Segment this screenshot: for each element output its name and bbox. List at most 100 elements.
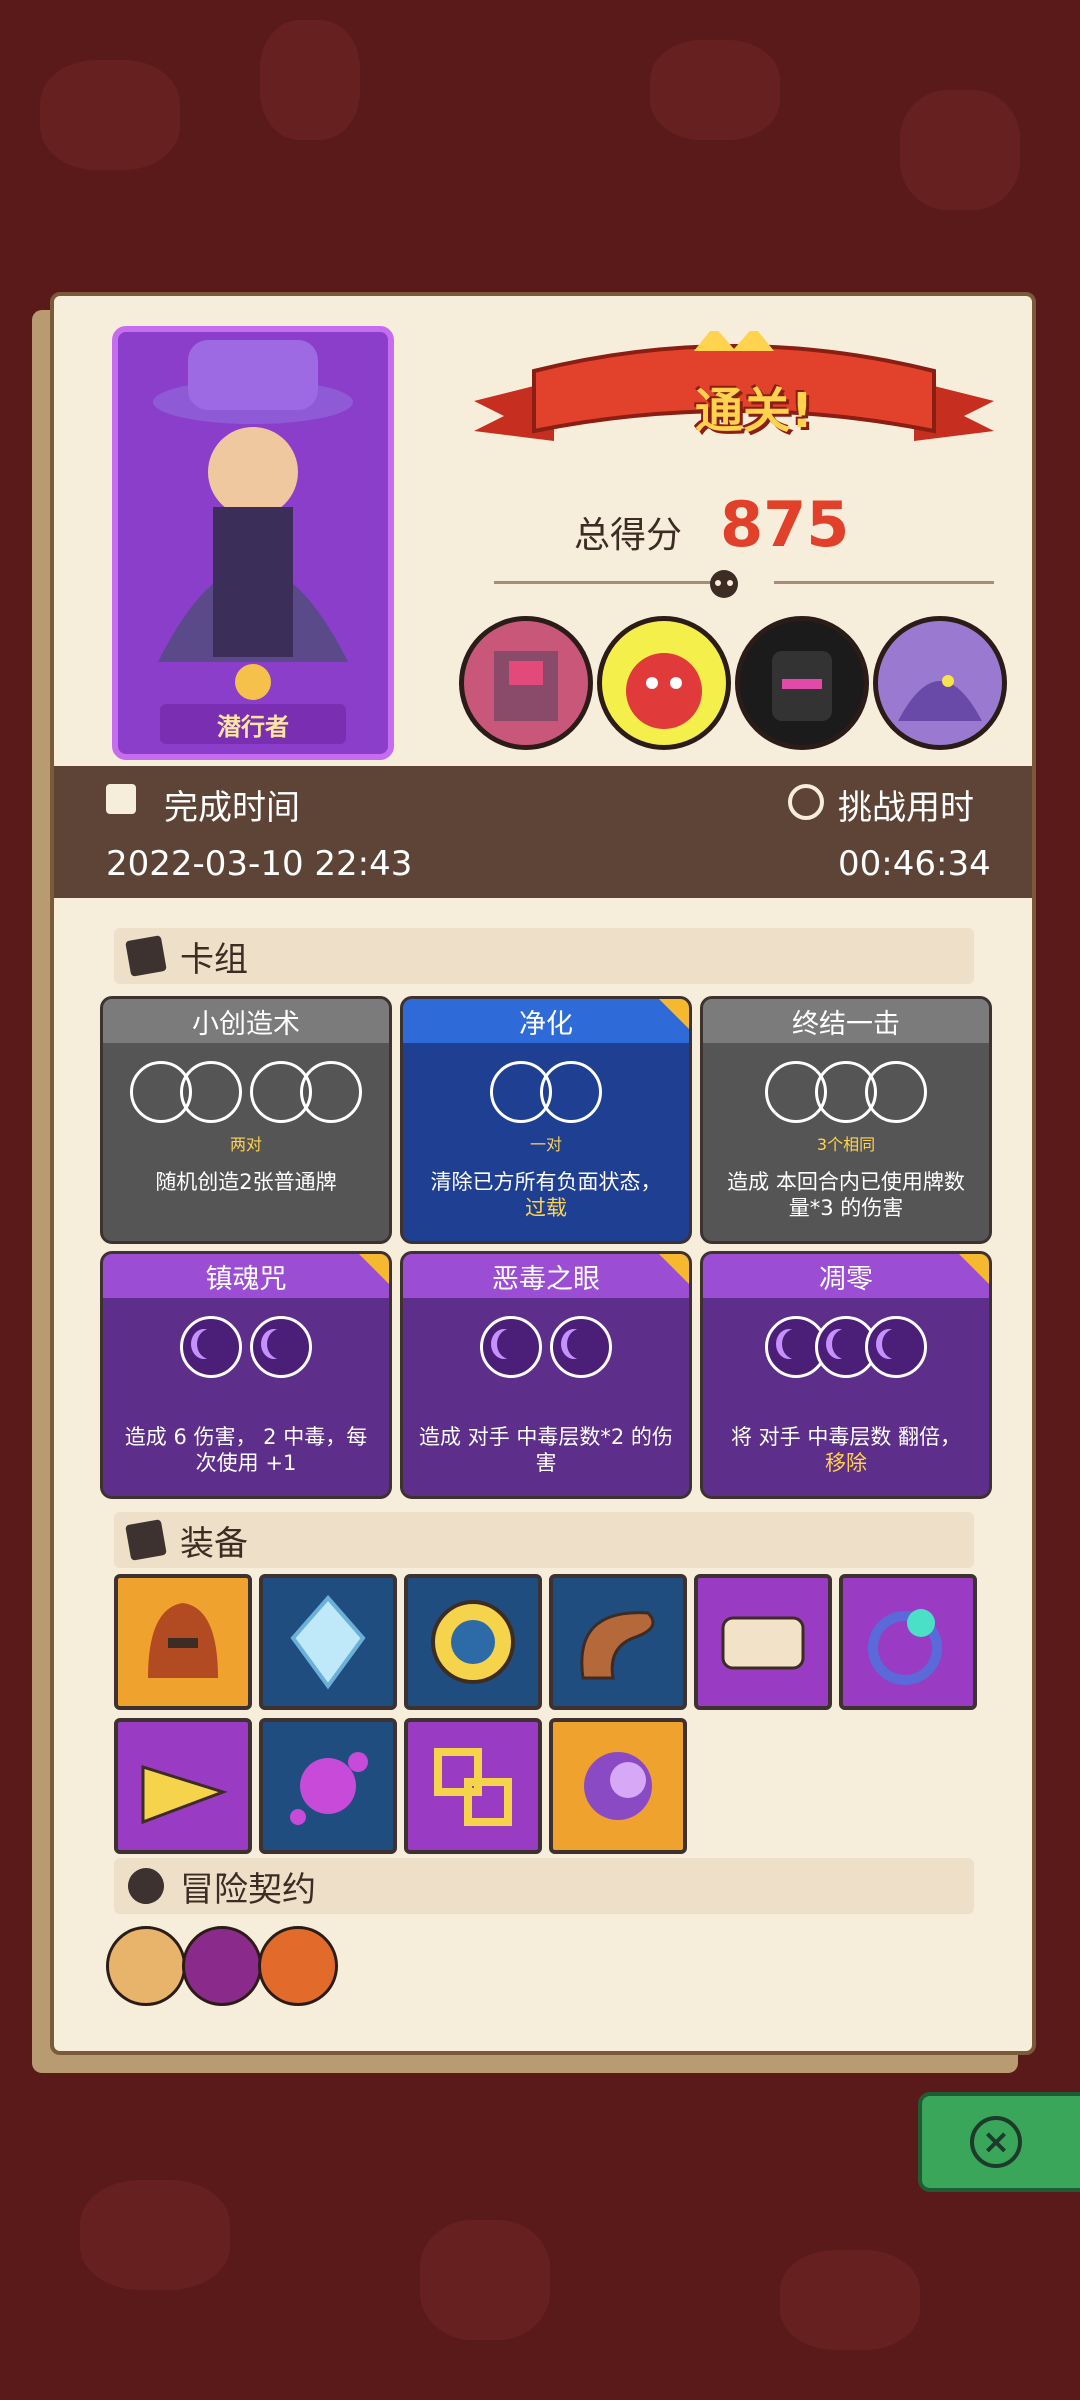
dice-slots [103,1316,389,1378]
dice-slots [103,1061,389,1123]
dice-slot [180,1061,242,1123]
horn-icon[interactable] [549,1574,687,1710]
upgrade-corner-icon [659,999,689,1029]
skill-requirement [103,1386,389,1406]
skill-card[interactable]: 恶毒之眼 造成 对手 中毒层数*2 的伤害 [400,1251,692,1499]
bg-shape [80,2180,230,2290]
person-icon [125,1865,167,1907]
splash-icon[interactable] [259,1718,397,1854]
calendar-icon [106,784,136,814]
crystal-icon[interactable] [259,1574,397,1710]
skill-title: 恶毒之眼 [403,1254,689,1298]
boss-portrait-3 [735,616,869,750]
ring-icon[interactable] [839,1574,977,1710]
close-button[interactable]: × [918,2092,1080,2192]
finish-time-value: 2022-03-10 22:43 [106,844,413,884]
skill-title: 凋零 [703,1254,989,1298]
dragon-icon [898,675,982,721]
feast-contract-icon[interactable] [258,1926,338,2006]
victory-banner: 通关! [695,383,813,439]
contract-section-header: 冒险契约 [114,1858,974,1914]
skill-card[interactable]: 凋零 将 对手 中毒层数 翻倍， 移除 [700,1251,992,1499]
moon-orb-icon[interactable] [549,1718,687,1854]
skill-desc: 清除已方所有负面状态， 过载 [417,1169,675,1221]
skill-title: 小创造术 [103,999,389,1043]
skill-requirement: 一对 [529,1135,562,1154]
score-label: 总得分 [574,515,683,556]
bg-shape [650,40,780,140]
bg-shape [900,90,1020,210]
hero-portrait: 潜行者 [112,326,394,760]
boss-portrait-4 [873,616,1007,750]
upgrade-corner-icon [959,1254,989,1284]
bg-shape [260,20,360,140]
contract-title: 冒险契约 [180,1869,316,1910]
skill-title: 终结一击 [703,999,989,1043]
hero-name: 潜行者 [160,704,346,744]
skill-card[interactable]: 净化 一对 清除已方所有负面状态， 过载 [400,996,692,1244]
finish-time-label: 完成时间 [164,788,300,828]
skill-title: 净化 [403,999,689,1043]
skill-card[interactable]: 终结一击 3个相同 造成 本回合内已使用牌数量*3 的伤害 [700,996,992,1244]
skill-desc-highlight: 过载 [525,1196,567,1220]
chain-icon[interactable] [404,1718,542,1854]
skill-card[interactable]: 小创造术 两对 随机创造2张普通牌 [100,996,392,1244]
skill-requirement: 3个相同 [816,1135,876,1154]
skill-title: 镇魂咒 [103,1254,389,1298]
bg-shape [420,2220,550,2340]
skill-requirement [403,1386,689,1406]
helmet-icon[interactable] [114,1574,252,1710]
info-bar: 完成时间 2022-03-10 22:43 挑战用时 00:46:34 [54,766,1032,898]
stopwatch-icon [788,784,824,820]
dice-slots [703,1316,989,1378]
scroll-icon[interactable] [694,1574,832,1710]
moon-dice-slot [865,1316,927,1378]
box-icon [125,1519,167,1561]
upgrade-corner-icon [359,1254,389,1284]
equipment-title: 装备 [180,1523,248,1564]
deck-section-header: 卡组 [114,928,974,984]
cards-icon [125,935,167,977]
equipment-section-header: 装备 [114,1512,974,1568]
skill-desc-highlight: 移除 [825,1451,867,1475]
boss-portrait-1 [459,616,593,750]
skill-requirement: 两对 [229,1135,262,1154]
bg-shape [780,2250,920,2350]
duration-label: 挑战用时 [838,788,974,828]
skill-desc-text: 清除已方所有负面状态， [430,1170,662,1194]
dice-slot [865,1061,927,1123]
amulet-icon[interactable] [404,1574,542,1710]
dark-knight-icon [772,651,832,721]
bg-shape [40,60,180,170]
result-panel: 潜行者 通关! 总得分 875 完成时间 2022-03-10 22:43 挑战… [50,292,1036,2055]
stone-golem-icon [494,651,558,721]
skill-desc: 造成 本回合内已使用牌数量*3 的伤害 [727,1170,965,1220]
dice-slots [403,1316,689,1378]
duration-value: 00:46:34 [838,844,991,884]
cheese-icon[interactable] [114,1718,252,1854]
skill-requirement [703,1386,989,1406]
rogue-character-icon [153,340,353,700]
spear-contract-icon[interactable] [182,1926,262,2006]
score-value: 875 [720,488,850,561]
divider-left [494,581,714,584]
close-icon: × [970,2116,1022,2168]
moon-dice-slot [550,1316,612,1378]
moon-dice-slot [250,1316,312,1378]
skill-desc: 将 对手 中毒层数 翻倍， 移除 [717,1424,975,1476]
moon-dice-slot [480,1316,542,1378]
dice-slots [703,1061,989,1123]
skill-desc: 随机创造2张普通牌 [155,1170,337,1194]
divider-right [774,581,994,584]
dice-slot [540,1061,602,1123]
dice-slots [403,1061,689,1123]
scroll-contract-icon[interactable] [106,1926,186,2006]
skill-desc: 造成 6 伤害， 2 中毒，每次使用 +1 [124,1425,368,1475]
upgrade-corner-icon [659,1254,689,1284]
skull-icon [710,570,738,598]
skill-desc-text: 将 对手 中毒层数 翻倍， [730,1425,962,1449]
red-demon-icon [626,653,702,729]
dice-slot [300,1061,362,1123]
skill-card[interactable]: 镇魂咒 造成 6 伤害， 2 中毒，每次使用 +1 [100,1251,392,1499]
moon-dice-slot [180,1316,242,1378]
